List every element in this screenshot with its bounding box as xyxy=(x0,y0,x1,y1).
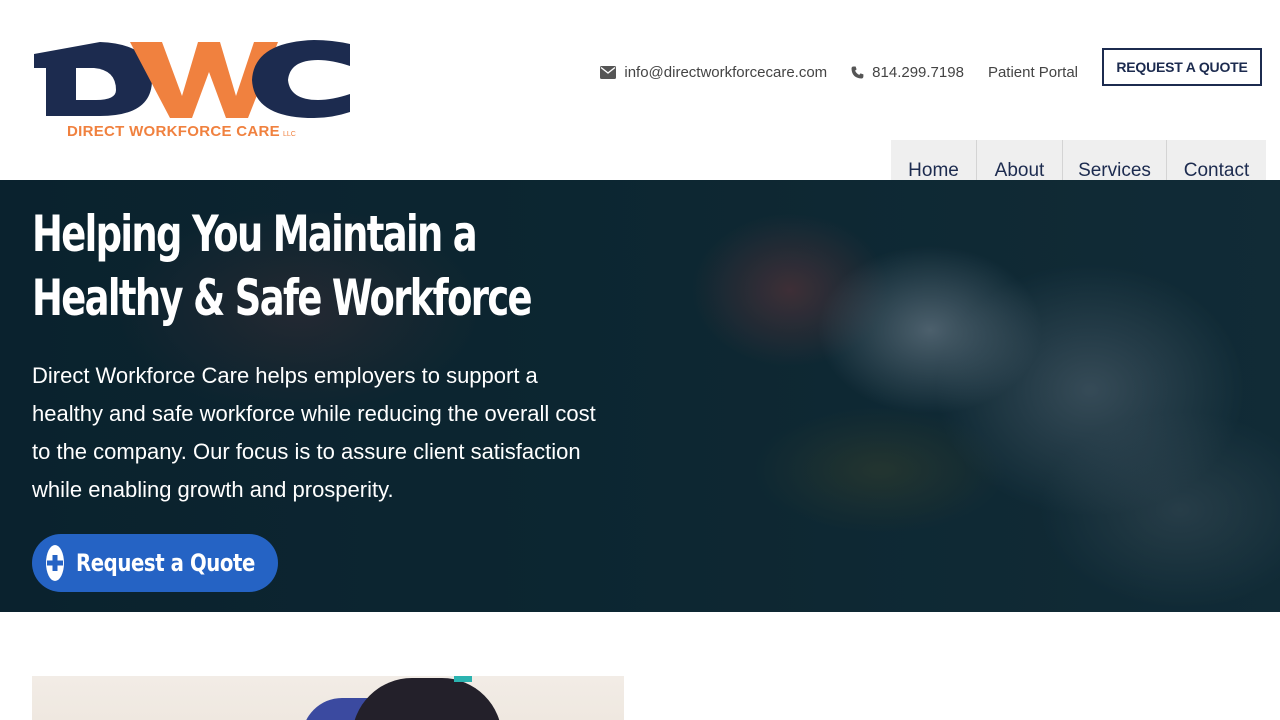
plus-circle-icon xyxy=(46,545,64,581)
site-header: DIRECT WORKFORCE CARE LLC info@directwork… xyxy=(0,0,1280,205)
logo-mark-icon xyxy=(34,40,350,118)
hero-cta-label: Request a Quote xyxy=(76,549,255,577)
logo-text: DIRECT WORKFORCE CARE LLC xyxy=(67,123,296,140)
logo-suffix: LLC xyxy=(282,131,296,138)
hero-request-quote-button[interactable]: Request a Quote xyxy=(32,534,278,592)
hero-section: Helping You Maintain a Healthy & Safe Wo… xyxy=(0,180,1280,612)
hero-title: Helping You Maintain a Healthy & Safe Wo… xyxy=(32,202,533,330)
phone-text: 814.299.7198 xyxy=(872,64,964,81)
photo-clip xyxy=(454,676,472,682)
logo-name: DIRECT WORKFORCE CARE xyxy=(67,123,280,140)
patient-portal-label: Patient Portal xyxy=(987,64,1078,81)
patient-portal-link[interactable]: Patient Portal xyxy=(988,64,1078,81)
hero-description: Direct Workforce Care helps employers to… xyxy=(32,363,596,502)
phone-icon xyxy=(851,66,864,79)
email-text: info@directworkforcecare.com xyxy=(624,64,828,81)
feature-photo xyxy=(32,676,624,720)
envelope-icon xyxy=(600,66,617,79)
photo-hair xyxy=(352,678,502,720)
contact-bar: info@directworkforcecare.com 814.299.719… xyxy=(600,64,1078,81)
request-quote-button[interactable]: REQUEST A QUOTE xyxy=(1102,48,1262,86)
phone-link[interactable]: 814.299.7198 xyxy=(851,64,964,81)
email-link[interactable]: info@directworkforcecare.com xyxy=(600,64,827,81)
hero-title-line-2: Healthy & Safe Workforce xyxy=(32,269,533,327)
logo[interactable]: DIRECT WORKFORCE CARE LLC xyxy=(32,38,352,148)
hero-title-line-1: Helping You Maintain a xyxy=(32,205,478,263)
